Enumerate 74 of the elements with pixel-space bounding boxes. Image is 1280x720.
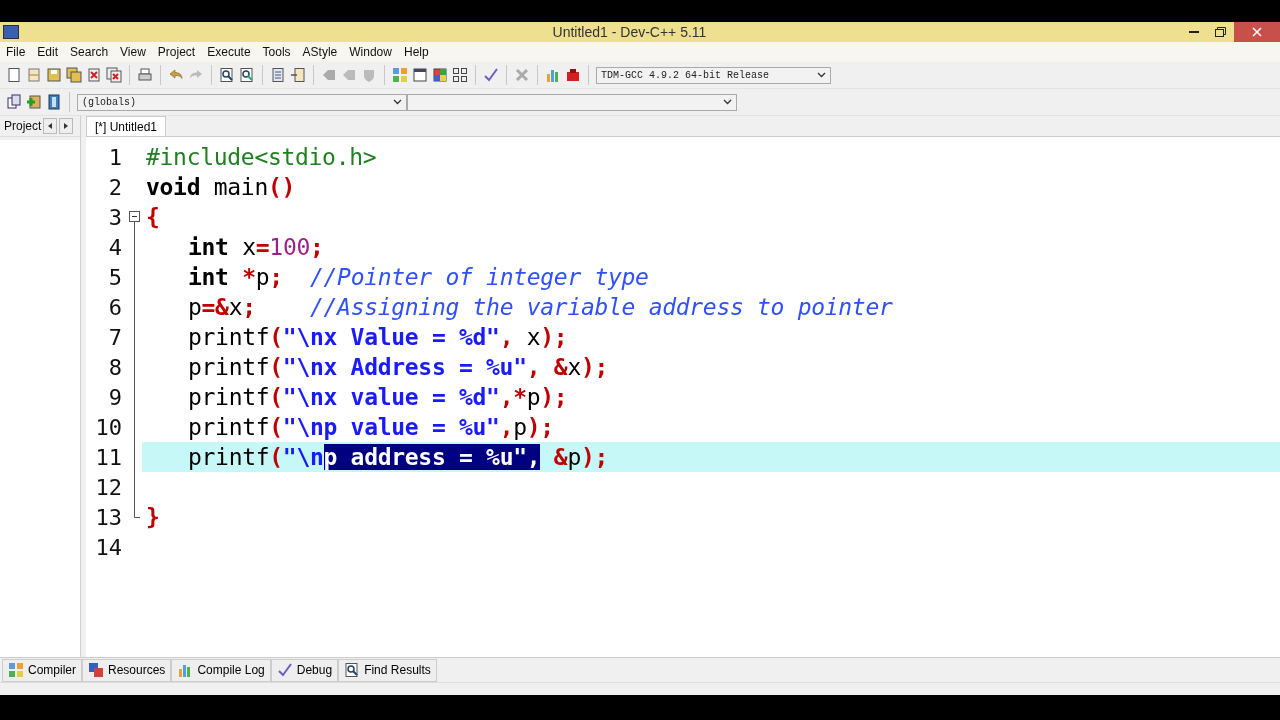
compiler-select[interactable]: TDM-GCC 4.9.2 64-bit Release [596, 66, 831, 84]
fold-toggle-icon[interactable] [128, 211, 140, 232]
menu-item[interactable]: Window [345, 45, 396, 59]
chevron-down-icon [817, 72, 826, 78]
code-line: printf("\nx Value = %d", x); [187, 324, 568, 350]
line-number: 5 [108, 264, 122, 290]
menu-item[interactable]: View [116, 45, 150, 59]
scroll-right-button[interactable] [59, 118, 74, 134]
right-triangle-icon [64, 123, 69, 129]
line-number: 2 [108, 174, 122, 200]
scroll-left-button[interactable] [43, 118, 58, 134]
find-icon [344, 662, 361, 678]
code-line: #include<stdio.h> [146, 144, 377, 170]
line-number: 12 [95, 474, 122, 500]
menu-item[interactable]: Execute [203, 45, 255, 59]
menu-item[interactable]: AStyle [298, 45, 342, 59]
app-icon [3, 25, 19, 39]
line-number: 6 [108, 294, 122, 320]
minimize-icon [1188, 31, 1199, 33]
code-line: int *p; //Pointer of integer type [187, 264, 649, 290]
menu-item[interactable]: Tools [258, 45, 295, 59]
print-icon[interactable] [137, 67, 153, 83]
menu-item[interactable]: Help [399, 45, 433, 59]
fold-end-icon [133, 502, 140, 518]
code-line: } [146, 504, 160, 530]
code-line: void main() [146, 174, 296, 200]
close-icon [1252, 27, 1262, 37]
check-icon[interactable] [483, 67, 499, 83]
stacked-squares-icon [88, 662, 104, 678]
code-line: printf("\nx Address = %u", &x); [187, 354, 609, 380]
code-line: printf("\np value = %u",p); [187, 414, 554, 440]
line-number: 9 [108, 384, 122, 410]
check-icon [276, 662, 293, 678]
left-triangle-icon [48, 123, 53, 129]
menu-item[interactable]: Project [153, 45, 200, 59]
code-line: p=&x; //Assigning the variable address to pointer [187, 294, 893, 320]
find-icon[interactable] [219, 67, 235, 83]
save-all-icon[interactable] [66, 67, 82, 83]
menu-item[interactable]: Edit [33, 45, 63, 59]
panel-tab[interactable]: Resources [82, 658, 172, 682]
panel-tab[interactable]: Find Results [338, 658, 437, 682]
line-number: 14 [95, 534, 122, 560]
code-editor[interactable] [86, 137, 1280, 657]
line-number: 7 [108, 324, 122, 350]
menu-item[interactable]: Search [66, 45, 113, 59]
add-icon[interactable] [26, 94, 42, 110]
scope-select[interactable]: (globals) [77, 93, 407, 111]
window-title: Untitled1 - Dev-C++ 5.11 [551, 24, 708, 40]
panel-tab[interactable]: Project [4, 119, 42, 133]
grid-icon [8, 662, 24, 678]
code-line: int x=100; [187, 234, 324, 260]
restore-icon [1215, 27, 1226, 37]
panel-tab[interactable]: Compile Log [171, 658, 271, 682]
close-file-icon[interactable] [86, 67, 102, 83]
chevron-down-icon [723, 99, 732, 105]
close-all-icon[interactable] [106, 67, 122, 83]
new-file-icon[interactable] [6, 67, 22, 83]
save-icon[interactable] [46, 67, 62, 83]
panel-tab[interactable]: Debug [270, 658, 339, 682]
editor-tab[interactable]: [*] Untitled1 [86, 116, 167, 136]
line-number: 10 [95, 414, 122, 440]
panel-tab[interactable]: Compiler [2, 658, 82, 682]
chevron-down-icon [393, 99, 402, 105]
line-number: 11 [95, 444, 122, 470]
line-number: 13 [95, 504, 122, 530]
line-number: 8 [108, 354, 122, 380]
line-number: 1 [108, 144, 122, 170]
book-icon[interactable] [46, 94, 62, 110]
code-line: { [146, 204, 160, 230]
line-number: 4 [108, 234, 122, 260]
code-line: printf("\nx value = %d",*p); [187, 384, 568, 410]
menu-item[interactable]: File [2, 45, 30, 59]
line-number: 3 [108, 204, 122, 230]
replace-icon[interactable] [239, 67, 255, 83]
